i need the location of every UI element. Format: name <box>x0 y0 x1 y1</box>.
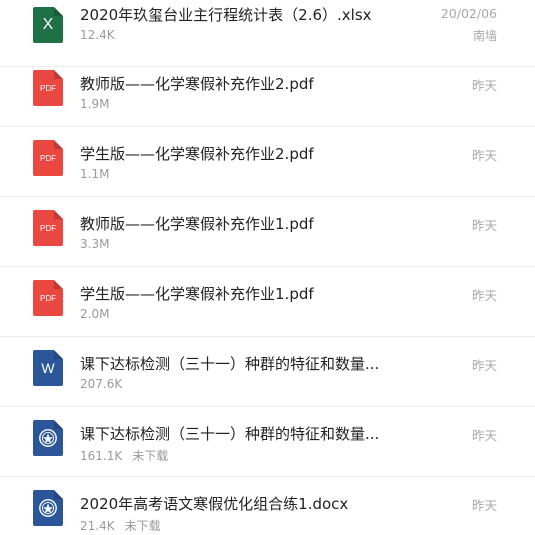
file-list: X 2020年玖玺台业主行程统计表（2.6）.xlsx 12.4K 20/02/… <box>0 0 535 535</box>
pdf-file-icon: PDF <box>33 140 63 176</box>
file-row[interactable]: 课下达标检测（三十一）种群的特征和数量... 161.1K 未下载 昨天 <box>0 407 535 477</box>
file-size: 2.0M <box>80 307 110 321</box>
word-emblem-file-icon <box>33 490 63 526</box>
download-status: 未下载 <box>124 519 161 533</box>
file-row[interactable]: PDF 教师版——化学寒假补充作业2.pdf 1.9M 昨天 <box>0 57 535 127</box>
file-date: 20/02/06 <box>440 6 497 21</box>
file-name: 学生版——化学寒假补充作业1.pdf <box>80 285 314 303</box>
file-size: 161.1K <box>80 449 123 463</box>
file-date: 昨天 <box>471 78 497 93</box>
file-size: 1.9M <box>80 97 110 111</box>
file-size: 12.4K <box>80 28 115 42</box>
file-row[interactable]: W 课下达标检测（三十一）种群的特征和数量... 207.6K 昨天 <box>0 337 535 407</box>
file-date: 昨天 <box>471 428 497 443</box>
pdf-file-icon: PDF <box>33 210 63 246</box>
file-date: 昨天 <box>471 288 497 303</box>
file-row[interactable]: PDF 教师版——化学寒假补充作业1.pdf 3.3M 昨天 <box>0 197 535 267</box>
file-name: 教师版——化学寒假补充作业2.pdf <box>80 75 314 93</box>
file-date: 昨天 <box>471 218 497 233</box>
file-size: 3.3M <box>80 237 110 251</box>
file-name: 课下达标检测（三十一）种群的特征和数量... <box>80 355 380 373</box>
pdf-file-icon: PDF <box>33 280 63 316</box>
file-name: 教师版——化学寒假补充作业1.pdf <box>80 215 314 233</box>
file-meta: 161.1K 未下载 <box>80 447 168 464</box>
download-status: 未下载 <box>132 449 169 463</box>
file-source: 南墙 <box>472 29 497 43</box>
file-name: 2020年玖玺台业主行程统计表（2.6）.xlsx <box>80 6 372 24</box>
file-meta: 21.4K 未下载 <box>80 517 161 534</box>
file-size: 1.1M <box>80 167 110 181</box>
file-name: 课下达标检测（三十一）种群的特征和数量... <box>80 425 380 443</box>
file-row[interactable]: PDF 学生版——化学寒假补充作业2.pdf 1.1M 昨天 <box>0 127 535 197</box>
word-file-icon: W <box>33 350 63 386</box>
file-name: 2020年高考语文寒假优化组合练1.docx <box>80 495 349 513</box>
file-date: 昨天 <box>471 358 497 373</box>
file-row[interactable]: 2020年高考语文寒假优化组合练1.docx 21.4K 未下载 昨天 <box>0 477 535 535</box>
file-size: 21.4K <box>80 519 115 533</box>
file-size: 207.6K <box>80 377 123 391</box>
file-name: 学生版——化学寒假补充作业2.pdf <box>80 145 314 163</box>
file-date: 昨天 <box>471 148 497 163</box>
word-emblem-file-icon <box>33 420 63 456</box>
file-row[interactable]: PDF 学生版——化学寒假补充作业1.pdf 2.0M 昨天 <box>0 267 535 337</box>
excel-file-icon: X <box>33 7 63 43</box>
pdf-file-icon: PDF <box>33 70 63 106</box>
file-date: 昨天 <box>471 498 497 513</box>
